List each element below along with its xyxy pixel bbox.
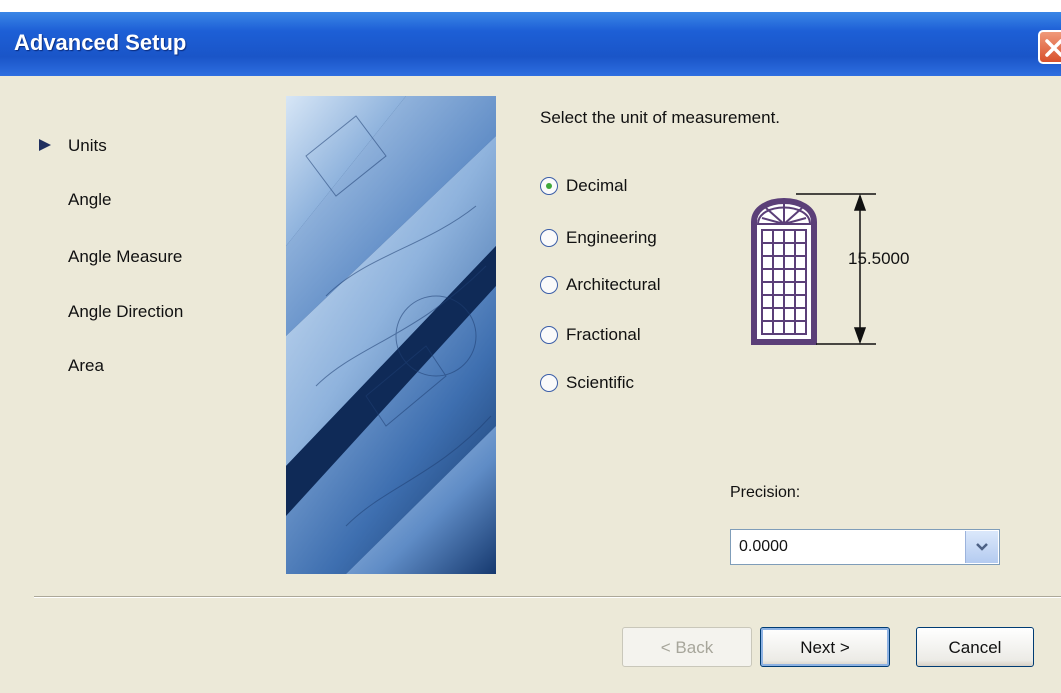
unit-prompt: Select the unit of measurement. (540, 108, 781, 127)
close-icon (1045, 39, 1061, 57)
radio-selected-dot (545, 182, 552, 189)
radio-label: Engineering (566, 228, 657, 247)
blueprint-rolls-image (286, 96, 496, 574)
close-button[interactable] (1038, 30, 1061, 64)
nav-item-label: Angle Measure (68, 247, 183, 266)
precision-label: Precision: (730, 484, 801, 501)
divider (34, 596, 1061, 598)
radio-button[interactable] (540, 177, 558, 195)
cancel-button[interactable]: Cancel (916, 627, 1034, 667)
radio-label: Architectural (566, 275, 661, 294)
nav-item-label: Angle Direction (68, 302, 184, 321)
precision-dropdown[interactable]: 0.0000 (730, 529, 1000, 565)
radio-label: Fractional (566, 325, 641, 344)
back-button[interactable]: < Back (622, 627, 752, 667)
title-bar[interactable]: Advanced Setup (0, 12, 1061, 76)
radio-button[interactable] (540, 276, 558, 294)
chevron-down-icon (976, 543, 988, 551)
radio-button[interactable] (540, 374, 558, 392)
radio-label: Scientific (566, 373, 635, 392)
preview-dimension-value: 15.5000 (848, 249, 910, 268)
play-arrow-icon (39, 139, 51, 151)
dropdown-button[interactable] (965, 531, 998, 563)
radio-label: Decimal (566, 176, 628, 195)
next-button[interactable]: Next > (760, 627, 890, 667)
nav-item-label: Area (68, 356, 104, 375)
nav-item-label: Angle (68, 190, 112, 209)
nav-item-label: Units (68, 136, 107, 155)
window-title: Advanced Setup (14, 30, 187, 55)
radio-button[interactable] (540, 326, 558, 344)
precision-value: 0.0000 (739, 538, 788, 555)
advanced-setup-dialog: Advanced Setup (0, 12, 1061, 693)
radio-button[interactable] (540, 229, 558, 247)
